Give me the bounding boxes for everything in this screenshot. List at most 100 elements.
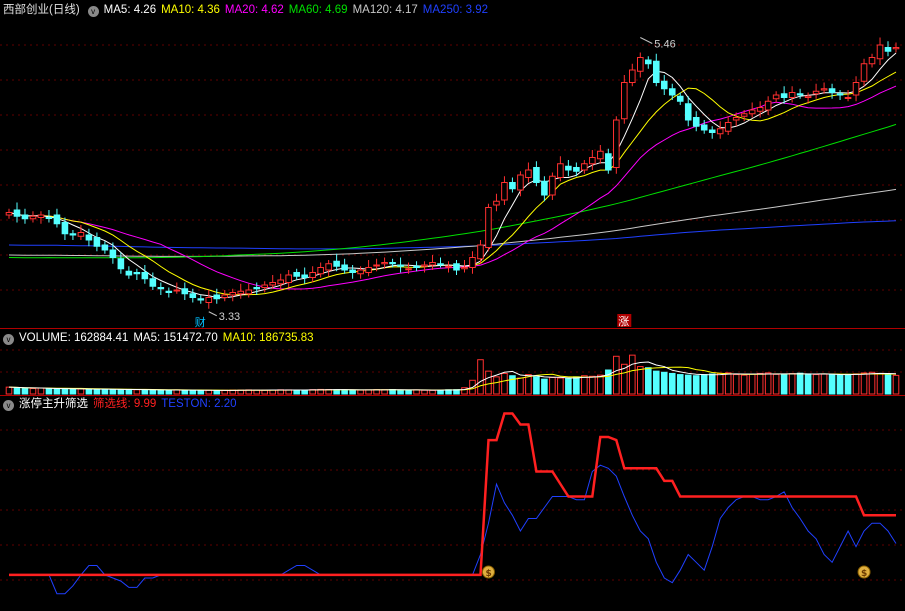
zhang-marker: 涨 [618,315,629,328]
high-marker-pointer [640,37,653,44]
volume-bar-down [541,378,548,395]
volume-bar-down [45,388,53,395]
volume-bar-down [844,373,852,395]
candle-down [213,294,221,300]
filter-line [9,412,896,577]
volume-bar-down [509,375,516,395]
candle-up [381,262,388,265]
volume-bar-down [149,389,157,395]
volume-bar-up [892,374,900,395]
candle-up [29,215,37,220]
candle-up [820,88,828,91]
volume-bar-down [652,370,660,395]
candle-down [573,167,580,172]
candle-down [644,59,652,65]
candle-up [325,263,332,271]
low-price-label: 3.33 [219,311,240,323]
candle-down [69,233,77,236]
volume-bar-down [53,388,61,395]
volume-bar-down [61,388,69,395]
ma5-line [8,52,897,299]
candle-down [652,60,660,83]
ma60-line [8,123,897,259]
volume-bar-down [301,389,308,395]
volume-bar-down [21,387,29,395]
volume-bar-down [93,388,101,395]
volume-bar-up [764,372,772,395]
candle-up [613,119,620,168]
candle-down [397,264,404,267]
candle-up [525,169,532,178]
volume-bar-down [533,376,540,395]
candle-up [868,57,876,65]
volume-bar-down [796,372,804,395]
candle-up [309,272,316,278]
candle-down [149,278,157,287]
candle-down [301,274,308,278]
candle-down [676,95,684,102]
volume-bar-down [668,372,676,395]
volume-bar-up [748,373,756,395]
ma20-line [8,85,897,290]
volume-bar-up [716,372,724,395]
candle-up [748,109,756,115]
candle-down [437,263,444,266]
candle-down [45,217,53,219]
volume-bar-down [197,389,205,395]
volume-bar-up [581,375,588,395]
candle-up [860,63,868,82]
candle-up [501,182,508,201]
candle-down [341,264,348,271]
volume-bar-down [684,374,692,395]
ma250-line [8,220,897,250]
candle-down [349,269,356,273]
volume-bar-up [5,386,13,395]
candle-up [317,267,324,275]
candle-down [181,288,189,295]
volume-bar-up [357,389,364,395]
volume-bar-down [405,389,412,395]
high-price-label: 5.46 [654,39,675,51]
candle-up [621,82,628,120]
candle-down [133,272,141,275]
volume-bar-up [852,373,860,395]
candle-down [389,262,396,265]
volume-bar-up [421,389,428,395]
candle-down [101,244,109,251]
candle-up [756,107,764,112]
candle-up [589,157,596,165]
candle-up [245,289,253,295]
candle-up [405,268,412,271]
volume-bar-up [477,359,484,395]
candle-up [269,282,276,286]
candle-down [692,117,700,127]
volume-bar-down [804,373,812,395]
volume-bar-up [517,377,524,395]
volume-bar-down [85,388,93,395]
candle-up [517,174,524,191]
volume-bar-up [381,389,388,395]
candle-up [852,82,860,96]
chart-canvas[interactable]: 5.46 3.33 财 涨 $ $ [0,0,905,611]
candle-up [549,175,556,196]
volume-bar-up [788,373,796,395]
volume-bar-up [205,389,213,395]
volume-bar-up [133,389,141,395]
candle-up [772,94,780,100]
candle-down [509,182,516,190]
candle-down [796,93,804,96]
candle-up [788,92,796,98]
candle-down [541,180,548,196]
candle-up [629,69,636,83]
volume-bar-up [820,373,828,395]
candle-down [333,260,340,267]
candle-up [764,100,772,111]
candle-up [77,232,85,237]
volume-bar-up [597,374,604,395]
volume-bar-down [708,373,716,395]
candle-down [61,222,69,235]
candle-up [716,128,724,135]
volume-bar-up [29,388,37,395]
candle-up [485,207,492,248]
volume-bar-up [732,374,740,395]
